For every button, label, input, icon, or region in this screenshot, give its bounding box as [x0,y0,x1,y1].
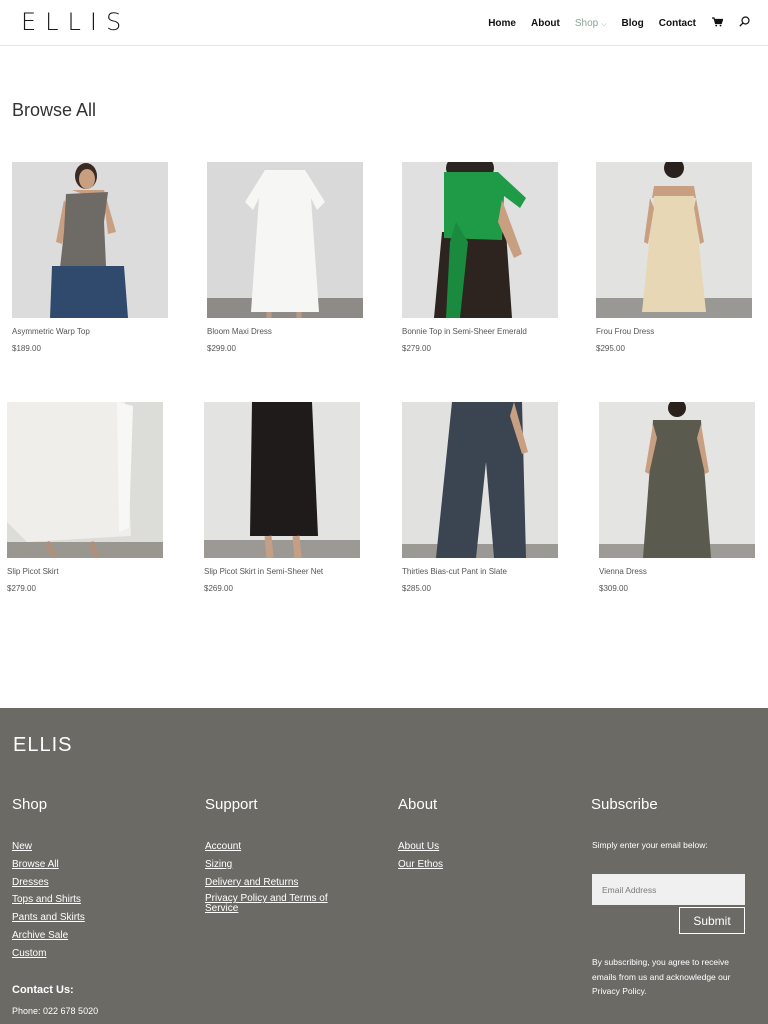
product-name[interactable]: Slip Picot Skirt [7,567,163,576]
product-image[interactable] [12,162,168,318]
product-name[interactable]: Thirties Bias-cut Pant in Slate [402,567,558,576]
footer-link-account[interactable]: Account [205,841,345,853]
footer-link-privacy-terms[interactable]: Privacy Policy and Terms of Service [205,894,345,914]
footer-link-browse-all[interactable]: Browse All [12,859,85,871]
chevron-down-icon: ⌵ [601,20,607,28]
product-name[interactable]: Bloom Maxi Dress [207,327,363,336]
footer-link-pants-skirts[interactable]: Pants and Skirts [12,912,85,924]
product-card[interactable]: Vienna Dress $309.00 [599,402,755,593]
cart-icon[interactable] [712,16,724,30]
footer-link-new[interactable]: New [12,841,85,853]
product-name[interactable]: Frou Frou Dress [596,327,752,336]
product-name[interactable]: Asymmetric Warp Top [12,327,168,336]
footer-link-dresses[interactable]: Dresses [12,877,85,889]
product-image[interactable] [402,162,558,318]
footer-about-column: About About Us Our Ethos [398,796,443,877]
product-card[interactable]: Slip Picot Skirt in Semi-Sheer Net $269.… [204,402,360,593]
product-card[interactable]: Frou Frou Dress $295.00 [596,162,752,353]
product-price: $269.00 [204,584,233,593]
footer-link-tops-shirts[interactable]: Tops and Shirts [12,894,85,906]
email-field[interactable] [592,874,745,905]
product-card[interactable]: Bonnie Top in Semi-Sheer Emerald $279.00 [402,162,558,353]
nav-shop[interactable]: Shop ⌵ [575,18,607,29]
footer-link-archive-sale[interactable]: Archive Sale [12,930,85,942]
contact-phone: Phone: 022 678 5020 [12,1006,99,1016]
product-image[interactable] [207,162,363,318]
main-nav: Home About Shop ⌵ Blog Contact [473,16,750,30]
footer-shop-title: Shop [12,796,48,813]
product-image[interactable] [7,402,163,558]
product-name[interactable]: Slip Picot Skirt in Semi-Sheer Net [204,567,360,576]
product-image[interactable] [402,402,558,558]
footer-subscribe-column: Subscribe [591,796,658,841]
product-price: $285.00 [402,584,431,593]
site-footer: ELLIS Shop New Browse All Dresses Tops a… [0,708,768,1024]
footer-subscribe-title: Subscribe [591,796,658,813]
footer-support-column: Support Account Sizing Delivery and Retu… [205,796,345,920]
product-price: $279.00 [402,344,431,353]
product-price: $295.00 [596,344,625,353]
footer-link-delivery-returns[interactable]: Delivery and Returns [205,877,345,889]
product-price: $279.00 [7,584,36,593]
nav-about[interactable]: About [531,18,560,29]
product-image[interactable] [204,402,360,558]
page-title: Browse All [12,100,97,120]
subscribe-description: Simply enter your email below: [592,840,708,850]
product-card[interactable]: Thirties Bias-cut Pant in Slate $285.00 [402,402,558,593]
contact-title: Contact Us: [12,984,74,996]
subscribe-note: By subscribing, you agree to receive ema… [592,957,731,996]
product-name[interactable]: Bonnie Top in Semi-Sheer Emerald [402,327,558,336]
footer-support-title: Support [205,796,258,813]
footer-link-about-us[interactable]: About Us [398,841,443,853]
product-price: $309.00 [599,584,628,593]
footer-logo: ELLIS [13,734,73,756]
product-image[interactable] [599,402,755,558]
footer-about-title: About [398,796,438,813]
site-logo[interactable]: ELLIS [21,8,130,36]
product-name[interactable]: Vienna Dress [599,567,755,576]
search-icon[interactable] [739,16,750,30]
nav-contact[interactable]: Contact [659,18,696,29]
product-card[interactable]: Slip Picot Skirt $279.00 [7,402,163,593]
footer-shop-column: Shop New Browse All Dresses Tops and Shi… [12,796,85,966]
footer-link-sizing[interactable]: Sizing [205,859,345,871]
product-card[interactable]: Asymmetric Warp Top $189.00 [12,162,168,353]
product-price: $299.00 [207,344,236,353]
nav-shop-label: Shop [574,17,599,29]
footer-link-custom[interactable]: Custom [12,948,85,960]
nav-home[interactable]: Home [488,18,516,29]
product-card[interactable]: Bloom Maxi Dress $299.00 [207,162,363,353]
footer-link-our-ethos[interactable]: Our Ethos [398,859,443,871]
submit-button[interactable]: Submit [679,907,745,934]
nav-blog[interactable]: Blog [622,18,644,29]
product-price: $189.00 [12,344,41,353]
product-image[interactable] [596,162,752,318]
site-header: ELLIS Home About Shop ⌵ Blog Contact [0,0,768,46]
